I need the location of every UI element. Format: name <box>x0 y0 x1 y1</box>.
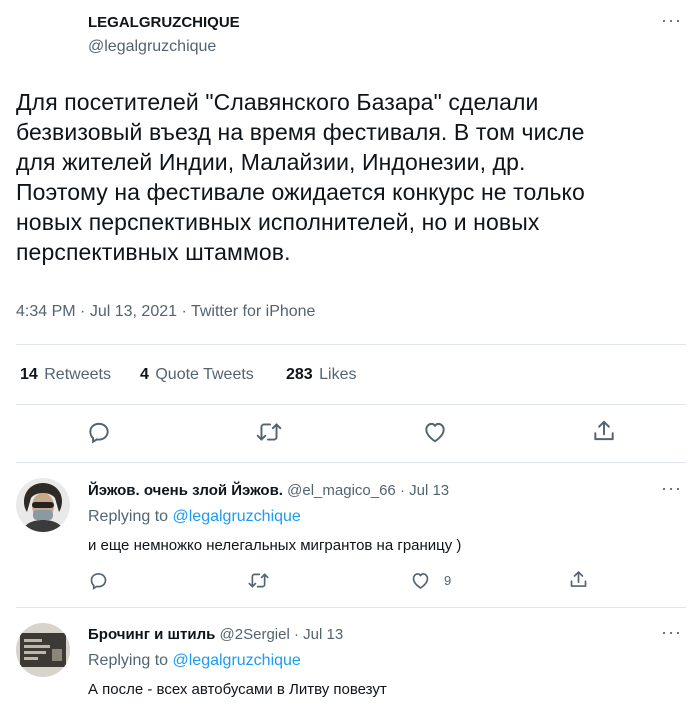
reply-more-options-icon[interactable]: ··· <box>661 622 682 643</box>
reply-like-count: 9 <box>444 573 452 588</box>
share-icon <box>570 571 587 587</box>
author-avatar[interactable] <box>16 6 80 70</box>
reply-reply-button[interactable] <box>88 570 109 591</box>
reply-text: и еще немножко нелегальных мигрантов на … <box>88 537 462 554</box>
tweet-source[interactable]: Twitter for iPhone <box>191 303 316 320</box>
quote-tweets-count: 4 <box>140 366 149 383</box>
reply-avatar-image <box>16 478 70 532</box>
reply-button[interactable] <box>86 419 112 445</box>
reply-date[interactable]: Jul 13 <box>303 626 343 643</box>
likes-label: Likes <box>319 366 357 383</box>
replying-to: Replying to @legalgruzchique <box>88 508 301 526</box>
reply-author-name[interactable]: Йэжов. очень злой Йэжов. <box>88 482 283 499</box>
more-options-icon[interactable]: ··· <box>661 10 682 31</box>
reply-separator: · <box>399 482 405 499</box>
replying-to-handle[interactable]: @legalgruzchique <box>173 508 301 525</box>
likes-count: 283 <box>286 366 313 383</box>
reply-like-button[interactable]: 9 <box>410 570 451 591</box>
reply-icon <box>90 573 107 590</box>
author-display-name[interactable]: LEGALGRUZCHIQUE <box>88 14 240 31</box>
reply-text: А после - всех автобусами в Литву повезу… <box>88 681 387 698</box>
tweet-meta: 4:34 PM · Jul 13, 2021 · Twitter for iPh… <box>16 303 315 321</box>
likes-stat[interactable]: 283 Likes <box>286 366 359 384</box>
reply-share-button[interactable] <box>568 569 589 590</box>
tweet-date[interactable]: Jul 13, 2021 <box>90 303 177 320</box>
replying-to: Replying to @legalgruzchique <box>88 652 301 670</box>
quote-tweets-stat[interactable]: 4 Quote Tweets <box>140 366 256 384</box>
reply-header: Йэжов. очень злой Йэжов. @el_magico_66 ·… <box>88 482 449 499</box>
replying-to-label: Replying to <box>88 652 169 669</box>
meta-separator: · <box>80 303 86 320</box>
reply-more-options-icon[interactable]: ··· <box>661 478 682 499</box>
tweet-text-line: перспективных штаммов. <box>16 239 291 265</box>
reply-avatar[interactable] <box>16 623 70 677</box>
divider <box>16 344 686 345</box>
reply-author-handle[interactable]: @2Sergiel <box>220 626 290 643</box>
tweet-text-line: Для посетителей "Славянского Базара" сде… <box>16 89 539 115</box>
reply-author-handle[interactable]: @el_magico_66 <box>287 482 396 499</box>
tweet-text-line: для жителей Индии, Малайзии, Индонезии, … <box>16 149 526 175</box>
meta-separator: · <box>181 303 187 320</box>
retweet-icon <box>256 423 282 441</box>
reply-header: Брочинг и штиль @2Sergiel · Jul 13 <box>88 626 343 643</box>
reply-avatar[interactable] <box>16 478 70 532</box>
tweet-time[interactable]: 4:34 PM <box>16 303 76 320</box>
heart-icon <box>425 422 445 443</box>
divider <box>16 462 686 463</box>
like-button[interactable] <box>422 419 448 445</box>
reply-avatar-image <box>16 623 70 677</box>
replying-to-handle[interactable]: @legalgruzchique <box>173 652 301 669</box>
tweet-text: Для посетителей "Славянского Базара" сде… <box>16 87 686 267</box>
retweet-button[interactable] <box>255 419 283 445</box>
retweets-label: Retweets <box>44 366 111 383</box>
retweets-stat[interactable]: 14 Retweets <box>20 366 113 384</box>
retweets-count: 14 <box>20 366 38 383</box>
tweet-text-line: Поэтому на фестивале ожидается конкурс н… <box>16 179 585 205</box>
tweet-text-line: новых перспективных исполнителей, но и н… <box>16 209 540 235</box>
retweet-icon <box>248 573 269 588</box>
reply-author-name[interactable]: Брочинг и штиль <box>88 626 215 643</box>
share-icon <box>594 420 614 441</box>
divider <box>16 607 686 608</box>
reply-icon <box>89 422 109 444</box>
replying-to-label: Replying to <box>88 508 169 525</box>
reply-separator: · <box>293 626 299 643</box>
reply-date[interactable]: Jul 13 <box>409 482 449 499</box>
quote-tweets-label: Quote Tweets <box>155 366 254 383</box>
tweet-text-line: безвизовый въезд на время фестиваля. В т… <box>16 119 585 145</box>
share-button[interactable] <box>591 418 617 444</box>
author-handle[interactable]: @legalgruzchique <box>88 38 216 56</box>
reply-retweet-button[interactable] <box>247 570 270 591</box>
heart-icon <box>412 573 429 589</box>
divider <box>16 404 686 405</box>
